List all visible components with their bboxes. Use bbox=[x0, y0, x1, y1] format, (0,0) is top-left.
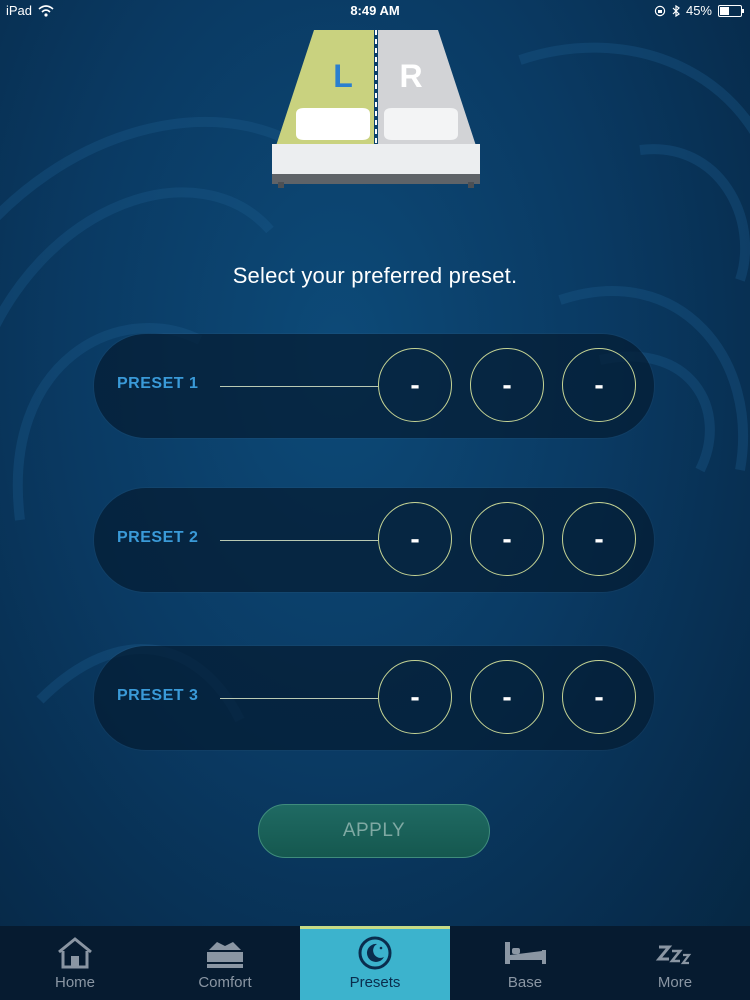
page-title: Select your preferred preset. bbox=[232, 263, 518, 288]
preset-3-slot-1-button[interactable]: - bbox=[378, 660, 452, 734]
bed-side-left[interactable]: L bbox=[310, 28, 376, 148]
orientation-lock-icon bbox=[654, 5, 666, 16]
preset-1-divider-line bbox=[220, 386, 378, 387]
preset-row-2: PRESET 2 - - - bbox=[94, 488, 654, 592]
presets-moon-icon bbox=[358, 936, 392, 970]
preset-2-label[interactable]: PRESET 2 bbox=[117, 529, 198, 547]
tab-comfort-label: Comfort bbox=[198, 974, 252, 991]
tab-bar: Home Comfort Presets Base More bbox=[0, 926, 750, 1000]
bluetooth-icon bbox=[672, 4, 680, 17]
preset-2-slot-3-button[interactable]: - bbox=[562, 502, 636, 576]
bed-side-selector: L R bbox=[270, 28, 482, 190]
preset-2-slot-2-button[interactable]: - bbox=[470, 502, 544, 576]
preset-3-divider-line bbox=[220, 698, 378, 699]
preset-1-slot-2-button[interactable]: - bbox=[470, 348, 544, 422]
comfort-icon bbox=[207, 942, 243, 968]
status-bar: iPad 8:49 AM 45% bbox=[0, 0, 750, 22]
battery-percent: 45% bbox=[685, 3, 712, 18]
preset-3-slot-2-button[interactable]: - bbox=[470, 660, 544, 734]
bed-side-right-label: R bbox=[399, 58, 423, 94]
preset-2-divider-line bbox=[220, 540, 378, 541]
tab-base[interactable]: Base bbox=[450, 926, 600, 1000]
preset-3-label[interactable]: PRESET 3 bbox=[117, 687, 198, 705]
home-icon bbox=[58, 937, 92, 969]
tab-presets-label: Presets bbox=[349, 974, 401, 991]
bed-illustration bbox=[272, 30, 480, 188]
preset-1-label[interactable]: PRESET 1 bbox=[117, 375, 198, 393]
bed-side-left-label: L bbox=[333, 58, 353, 94]
tab-comfort[interactable]: Comfort bbox=[150, 926, 300, 1000]
status-time: 8:49 AM bbox=[350, 3, 400, 18]
bed-base-icon bbox=[505, 942, 546, 964]
tab-more[interactable]: More bbox=[600, 926, 750, 1000]
preset-3-slot-3-button[interactable]: - bbox=[562, 660, 636, 734]
preset-1-slot-1-button[interactable]: - bbox=[378, 348, 452, 422]
tab-presets[interactable]: Presets bbox=[300, 926, 450, 1000]
preset-row-3: PRESET 3 - - - bbox=[94, 646, 654, 750]
tab-base-label: Base bbox=[507, 974, 543, 991]
tab-home-label: Home bbox=[54, 974, 95, 991]
zzz-icon bbox=[655, 945, 692, 965]
tab-home[interactable]: Home bbox=[0, 926, 150, 1000]
tab-more-label: More bbox=[657, 974, 693, 991]
preset-1-slot-3-button[interactable]: - bbox=[562, 348, 636, 422]
preset-row-1: PRESET 1 - - - bbox=[94, 334, 654, 438]
preset-2-slot-1-button[interactable]: - bbox=[378, 502, 452, 576]
bed-side-right[interactable]: R bbox=[378, 28, 444, 148]
apply-button[interactable]: APPLY bbox=[258, 804, 490, 858]
battery-icon bbox=[718, 4, 744, 17]
